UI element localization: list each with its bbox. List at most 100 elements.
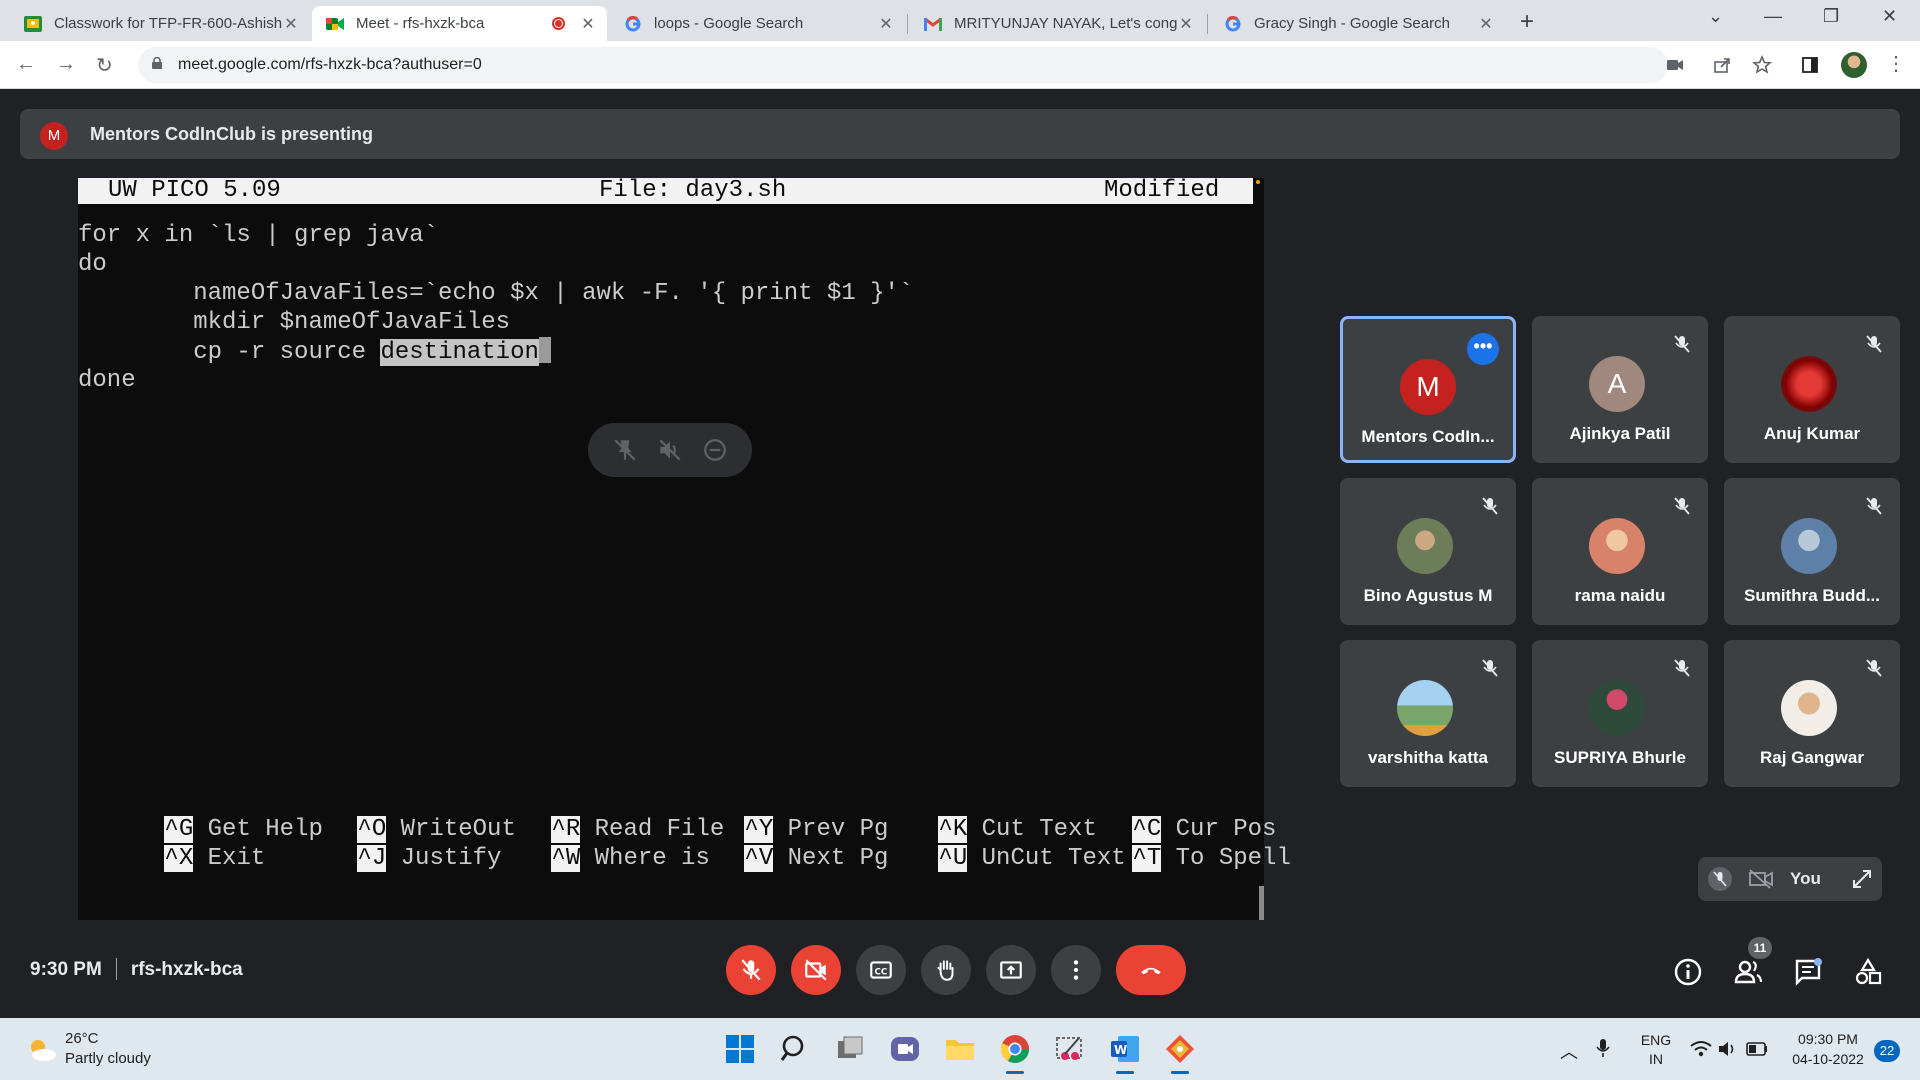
chat-icon[interactable]: [1793, 957, 1823, 987]
bookmark-star-icon[interactable]: [1752, 55, 1772, 75]
file-name: File: day3.sh: [599, 177, 787, 204]
tab-loops-search[interactable]: loops - Google Search ✕: [610, 6, 905, 41]
restore-icon[interactable]: ❐: [1823, 6, 1839, 27]
wifi-icon[interactable]: [1690, 1040, 1712, 1058]
show-hidden-icons-chevron-icon[interactable]: ︿: [1560, 1038, 1578, 1064]
tab-gmail[interactable]: MRITYUNJAY NAYAK, Let's congr ✕: [910, 6, 1205, 41]
temperature: 26°C: [65, 1030, 99, 1047]
snipping-tool-icon[interactable]: [1053, 1032, 1087, 1066]
camera-off-icon: [1749, 869, 1773, 889]
code-text: cp -r source: [78, 339, 381, 366]
close-tab-icon[interactable]: ✕: [1177, 14, 1195, 34]
participant-name: Ajinkya Patil: [1569, 424, 1671, 443]
new-tab-icon[interactable]: +: [1520, 8, 1534, 36]
meeting-details-icon[interactable]: [1673, 957, 1703, 987]
present-screen-button[interactable]: [986, 945, 1036, 995]
mic-off-icon: [1708, 867, 1732, 891]
expand-icon[interactable]: [1850, 867, 1874, 891]
address-bar[interactable]: meet.google.com/rfs-hxzk-bca?authuser=0: [138, 47, 1668, 83]
teams-chat-icon[interactable]: [888, 1032, 922, 1066]
activities-icon[interactable]: [1853, 957, 1883, 987]
self-view[interactable]: You: [1698, 857, 1882, 901]
tab-title: MRITYUNJAY NAYAK, Let's congr: [954, 15, 1177, 32]
participant-tile[interactable]: ••• M Mentors CodIn...: [1340, 316, 1516, 463]
google-classroom-icon: [24, 15, 42, 33]
clock-time[interactable]: 09:30 PM: [1786, 1031, 1870, 1047]
close-tab-icon[interactable]: ✕: [282, 14, 300, 34]
unpin-icon[interactable]: [612, 437, 638, 463]
participant-tile[interactable]: A Ajinkya Patil: [1532, 316, 1708, 463]
participant-tile[interactable]: SUPRIYA Bhurle: [1532, 640, 1708, 787]
screen-share-terminal: UW PICO 5.09 File: day3.sh Modified for …: [78, 177, 1291, 920]
close-tab-icon[interactable]: ✕: [579, 14, 597, 34]
camera-permission-icon[interactable]: [1665, 55, 1685, 75]
participant-tile[interactable]: Anuj Kumar: [1724, 316, 1900, 463]
lock-icon[interactable]: [152, 57, 162, 69]
language-bottom[interactable]: IN: [1636, 1051, 1676, 1067]
leave-call-button[interactable]: [1116, 945, 1186, 995]
notification-badge[interactable]: 22: [1874, 1040, 1900, 1062]
avatar: A: [1589, 356, 1645, 412]
close-tab-icon[interactable]: ✕: [877, 14, 895, 34]
remove-icon[interactable]: [702, 437, 728, 463]
word-icon[interactable]: W: [1108, 1032, 1142, 1074]
presenting-text: Mentors CodInClub is presenting: [90, 124, 374, 144]
language-top[interactable]: ENG: [1636, 1032, 1676, 1048]
chrome-menu-icon[interactable]: ⋮: [1886, 51, 1906, 76]
partly-cloudy-icon: [31, 1040, 56, 1061]
selected-text: destination: [380, 339, 539, 366]
side-panel-icon[interactable]: [1800, 55, 1820, 75]
participant-tile[interactable]: Bino Agustus M: [1340, 478, 1516, 625]
participant-tile[interactable]: Sumithra Budd...: [1724, 478, 1900, 625]
mute-volume-icon[interactable]: [657, 437, 683, 463]
more-options-icon[interactable]: •••: [1467, 333, 1499, 365]
avatar: [1397, 518, 1453, 574]
chrome-icon[interactable]: [998, 1032, 1032, 1074]
tab-classroom[interactable]: Classwork for TFP-FR-600-Ashish ✕: [10, 6, 310, 41]
task-view-icon[interactable]: [833, 1032, 867, 1066]
tab-meet[interactable]: Meet - rfs-hxzk-bca ✕: [312, 6, 607, 41]
code-line: done: [78, 367, 136, 394]
profile-avatar[interactable]: [1841, 52, 1867, 78]
file-explorer-icon[interactable]: [943, 1032, 977, 1066]
code-line: mkdir $nameOfJavaFiles: [78, 309, 511, 336]
minimize-icon[interactable]: —: [1764, 6, 1782, 27]
git-icon[interactable]: [1163, 1032, 1197, 1074]
raise-hand-button[interactable]: [921, 945, 971, 995]
avatar: [1781, 518, 1837, 574]
participant-name: rama naidu: [1574, 586, 1666, 605]
avatar: [1781, 356, 1837, 412]
close-window-icon[interactable]: ✕: [1882, 6, 1897, 27]
more-options-button[interactable]: [1051, 945, 1101, 995]
forward-icon[interactable]: →: [56, 53, 76, 76]
captions-button[interactable]: CC: [856, 945, 906, 995]
meeting-code: rfs-hxzk-bca: [130, 959, 243, 980]
mic-toggle-button[interactable]: [726, 945, 776, 995]
participant-tile[interactable]: varshitha katta: [1340, 640, 1516, 787]
gmail-icon: [924, 15, 942, 33]
battery-icon[interactable]: [1746, 1042, 1768, 1056]
start-menu-icon[interactable]: [723, 1032, 757, 1066]
participant-tile[interactable]: Raj Gangwar: [1724, 640, 1900, 787]
participant-tile[interactable]: rama naidu: [1532, 478, 1708, 625]
mic-off-icon: [1866, 659, 1882, 677]
reload-icon[interactable]: ↻: [96, 53, 113, 78]
tab-title: Meet - rfs-hxzk-bca: [356, 15, 485, 32]
tab-gracy-search[interactable]: Gracy Singh - Google Search ✕: [1210, 6, 1505, 41]
mic-off-icon: [1674, 659, 1690, 677]
microphone-icon[interactable]: [1596, 1038, 1610, 1058]
shortcut-key: ^X: [164, 845, 194, 872]
clock-date[interactable]: 04-10-2022: [1786, 1051, 1870, 1067]
volume-icon[interactable]: [1718, 1040, 1738, 1058]
tab-search-chevron-icon[interactable]: ⌄: [1708, 6, 1723, 27]
close-tab-icon[interactable]: ✕: [1477, 14, 1495, 34]
svg-text:CC: CC: [875, 967, 888, 977]
back-icon[interactable]: ←: [16, 53, 36, 76]
people-icon[interactable]: [1733, 957, 1763, 987]
search-icon[interactable]: [778, 1032, 812, 1066]
more-vert-icon: [1073, 960, 1079, 980]
camera-off-icon: [805, 959, 827, 981]
share-icon[interactable]: [1712, 55, 1732, 75]
terminal-scrollbar[interactable]: [1259, 886, 1264, 920]
camera-toggle-button[interactable]: [791, 945, 841, 995]
